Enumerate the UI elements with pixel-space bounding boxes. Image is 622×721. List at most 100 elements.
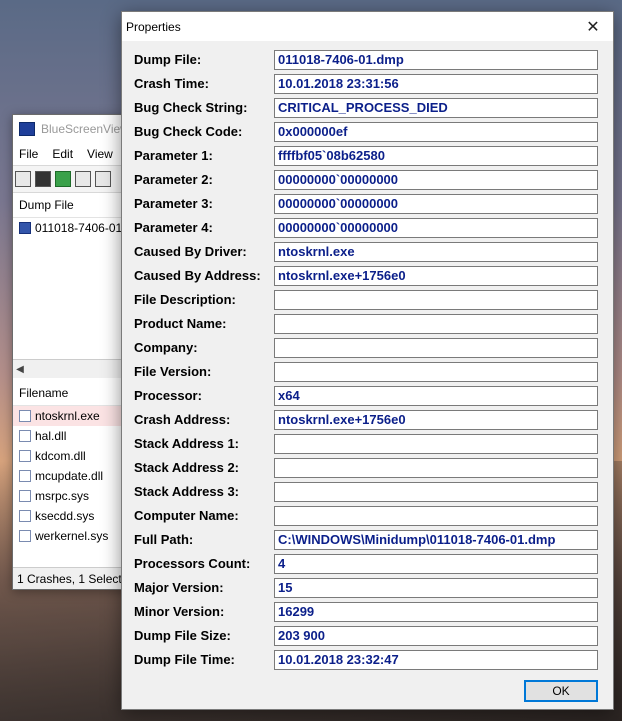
property-label: Dump File Size: — [134, 628, 231, 643]
property-row: Parameter 3: 00000000`00000000 — [122, 194, 613, 214]
property-label: Processor: — [134, 388, 202, 403]
module-file-icon — [19, 510, 31, 522]
property-label: Major Version: — [134, 580, 224, 595]
property-row: Parameter 4: 00000000`00000000 — [122, 218, 613, 238]
property-value-field[interactable]: ntoskrnl.exe — [274, 242, 598, 262]
close-icon: ✕ — [586, 18, 600, 36]
property-label: Parameter 3: — [134, 196, 213, 211]
property-value-field[interactable]: 10.01.2018 23:32:47 — [274, 650, 598, 670]
property-label: Stack Address 2: — [134, 460, 240, 475]
property-value-field[interactable] — [274, 434, 598, 454]
property-label: Dump File Time: — [134, 652, 235, 667]
property-label: Stack Address 3: — [134, 484, 240, 499]
property-value-field[interactable] — [274, 458, 598, 478]
module-file-icon — [19, 490, 31, 502]
property-label: Parameter 2: — [134, 172, 213, 187]
property-value-field[interactable]: ntoskrnl.exe+1756e0 — [274, 266, 598, 286]
property-value-field[interactable]: 10.01.2018 23:31:56 — [274, 74, 598, 94]
dialog-titlebar[interactable]: Properties ✕ — [122, 12, 613, 41]
save-toolbar-icon[interactable] — [35, 171, 51, 187]
ok-button[interactable]: OK — [524, 680, 598, 702]
menu-edit[interactable]: Edit — [52, 147, 73, 161]
property-value-field[interactable]: ffffbf05`08b62580 — [274, 146, 598, 166]
property-label: Full Path: — [134, 532, 194, 547]
property-row: Parameter 2: 00000000`00000000 — [122, 170, 613, 190]
property-row: Dump File Time: 10.01.2018 23:32:47 — [122, 650, 613, 670]
property-label: Caused By Driver: — [134, 244, 247, 259]
scroll-left-icon[interactable]: ◀ — [13, 364, 27, 375]
property-label: Product Name: — [134, 316, 227, 331]
property-value-field[interactable]: 4 — [274, 554, 598, 574]
module-file-icon — [19, 430, 31, 442]
close-button[interactable]: ✕ — [573, 12, 613, 41]
property-value-field[interactable] — [274, 506, 598, 526]
property-value-field[interactable] — [274, 362, 598, 382]
property-row: Caused By Address: ntoskrnl.exe+1756e0 — [122, 266, 613, 286]
property-label: Bug Check String: — [134, 100, 248, 115]
property-label: Crash Address: — [134, 412, 231, 427]
property-value-field[interactable]: 00000000`00000000 — [274, 194, 598, 214]
property-value-field[interactable]: 011018-7406-01.dmp — [274, 50, 598, 70]
properties-dialog[interactable]: Properties ✕ Dump File: 011018-7406-01.dm… — [121, 11, 614, 710]
property-value-field[interactable]: 0x000000ef — [274, 122, 598, 142]
property-row: Crash Time: 10.01.2018 23:31:56 — [122, 74, 613, 94]
property-value-field[interactable]: x64 — [274, 386, 598, 406]
menu-view[interactable]: View — [87, 147, 113, 161]
property-label: Bug Check Code: — [134, 124, 243, 139]
property-row: Crash Address: ntoskrnl.exe+1756e0 — [122, 410, 613, 430]
property-row: Dump File: 011018-7406-01.dmp — [122, 50, 613, 70]
property-label: Parameter 1: — [134, 148, 213, 163]
property-row: Minor Version: 16299 — [122, 602, 613, 622]
property-label: Caused By Address: — [134, 268, 261, 283]
property-value-field[interactable]: 15 — [274, 578, 598, 598]
property-row: Bug Check String: CRITICAL_PROCESS_DIED — [122, 98, 613, 118]
property-row: File Description: — [122, 290, 613, 310]
property-row: Dump File Size: 203 900 — [122, 626, 613, 646]
properties-toolbar-icon[interactable] — [15, 171, 31, 187]
property-label: Company: — [134, 340, 198, 355]
module-file-icon — [19, 410, 31, 422]
bluescreen-app-icon — [19, 122, 35, 136]
report-toolbar-icon[interactable] — [95, 171, 111, 187]
property-label: Crash Time: — [134, 76, 209, 91]
property-label: Processors Count: — [134, 556, 251, 571]
module-file-icon — [19, 470, 31, 482]
bg-window-title: BlueScreenView — [41, 122, 129, 136]
property-row: Processors Count: 4 — [122, 554, 613, 574]
property-value-field[interactable]: 16299 — [274, 602, 598, 622]
property-label: File Description: — [134, 292, 236, 307]
property-value-field[interactable]: CRITICAL_PROCESS_DIED — [274, 98, 598, 118]
property-value-field[interactable] — [274, 482, 598, 502]
property-value-field[interactable]: 00000000`00000000 — [274, 218, 598, 238]
property-row: Processor: x64 — [122, 386, 613, 406]
property-label: File Version: — [134, 364, 212, 379]
property-value-field[interactable]: 00000000`00000000 — [274, 170, 598, 190]
property-label: Minor Version: — [134, 604, 225, 619]
property-row: Full Path: C:\WINDOWS\Minidump\011018-740… — [122, 530, 613, 550]
property-row: Computer Name: — [122, 506, 613, 526]
property-row: Product Name: — [122, 314, 613, 334]
property-value-field[interactable] — [274, 290, 598, 310]
refresh-toolbar-icon[interactable] — [55, 171, 71, 187]
property-row: Parameter 1: ffffbf05`08b62580 — [122, 146, 613, 166]
property-row: Stack Address 3: — [122, 482, 613, 502]
copy-toolbar-icon[interactable] — [75, 171, 91, 187]
property-label: Computer Name: — [134, 508, 239, 523]
property-row: Caused By Driver: ntoskrnl.exe — [122, 242, 613, 262]
dump-file-icon — [19, 222, 31, 234]
property-value-field[interactable] — [274, 314, 598, 334]
dialog-title: Properties — [126, 19, 181, 34]
property-row: Company: — [122, 338, 613, 358]
property-label: Dump File: — [134, 52, 202, 67]
property-label: Stack Address 1: — [134, 436, 240, 451]
property-row: Stack Address 2: — [122, 458, 613, 478]
menu-file[interactable]: File — [19, 147, 38, 161]
property-value-field[interactable]: C:\WINDOWS\Minidump\011018-7406-01.dmp — [274, 530, 598, 550]
property-row: Stack Address 1: — [122, 434, 613, 454]
module-file-icon — [19, 450, 31, 462]
property-row: Bug Check Code: 0x000000ef — [122, 122, 613, 142]
property-row: Major Version: 15 — [122, 578, 613, 598]
property-value-field[interactable]: ntoskrnl.exe+1756e0 — [274, 410, 598, 430]
property-value-field[interactable] — [274, 338, 598, 358]
property-value-field[interactable]: 203 900 — [274, 626, 598, 646]
